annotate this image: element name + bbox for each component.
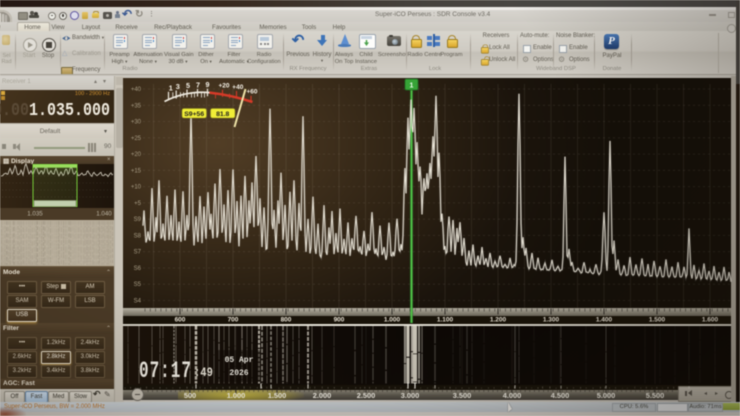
svg-text:+5: +5 [134, 201, 142, 207]
svg-text:5: 5 [186, 81, 190, 90]
svg-text:+25: +25 [131, 136, 142, 142]
svg-text:S7: S7 [134, 250, 142, 256]
svg-text:800: 800 [281, 317, 292, 324]
svg-text:2.500: 2.500 [357, 391, 376, 400]
svg-text:S8: S8 [134, 233, 142, 239]
svg-text:1.500: 1.500 [649, 317, 666, 324]
svg-text:3.000: 3.000 [401, 391, 420, 400]
svg-text:+35: +35 [131, 103, 142, 109]
svg-text:2026: 2026 [229, 369, 248, 378]
svg-text:1.200: 1.200 [490, 317, 507, 324]
svg-text:4.500: 4.500 [551, 391, 570, 400]
svg-text:700: 700 [228, 317, 239, 324]
svg-text:S9: S9 [134, 217, 142, 223]
svg-text:4.000: 4.000 [503, 391, 522, 400]
svg-text:S5: S5 [134, 282, 142, 288]
svg-text:5.000: 5.000 [597, 391, 616, 400]
svg-text:+40: +40 [232, 84, 243, 91]
svg-text:+20: +20 [218, 83, 229, 90]
svg-text:1.000: 1.000 [384, 317, 401, 324]
svg-text:+10: +10 [131, 185, 142, 191]
svg-text:S4: S4 [134, 299, 142, 305]
svg-text:S6: S6 [134, 266, 142, 272]
svg-text:S9+56: S9+56 [184, 111, 204, 118]
svg-text:81.8: 81.8 [216, 111, 229, 118]
svg-text:+40: +40 [131, 87, 142, 93]
svg-text:1.400: 1.400 [596, 317, 613, 324]
svg-text:3: 3 [176, 82, 180, 91]
svg-text:1: 1 [169, 83, 173, 92]
svg-text:+15: +15 [131, 168, 142, 174]
svg-text::49: :49 [194, 365, 213, 380]
svg-text:600: 600 [175, 317, 186, 324]
svg-text:5.500: 5.500 [646, 391, 665, 400]
svg-text:1.600: 1.600 [702, 317, 719, 324]
svg-text:+20: +20 [131, 152, 142, 158]
svg-text:1.100: 1.100 [437, 317, 454, 324]
svg-text:7: 7 [196, 80, 200, 89]
svg-text:1.000: 1.000 [227, 391, 246, 400]
svg-text:+30: +30 [131, 120, 142, 126]
svg-text:1.500: 1.500 [268, 391, 287, 400]
svg-text:500: 500 [184, 391, 196, 400]
svg-text:07:17: 07:17 [139, 358, 192, 383]
svg-text:1.035: 1.035 [27, 211, 43, 218]
svg-text:3.500: 3.500 [453, 391, 472, 400]
svg-text:1.040: 1.040 [96, 211, 112, 218]
svg-text:1: 1 [410, 83, 414, 90]
svg-text:1.300: 1.300 [543, 317, 560, 324]
svg-text:2.000: 2.000 [313, 391, 332, 400]
svg-text:05 Apr: 05 Apr [225, 356, 254, 365]
svg-text:+60: +60 [246, 89, 257, 96]
svg-text:900: 900 [334, 317, 345, 324]
svg-text:9: 9 [206, 80, 210, 89]
